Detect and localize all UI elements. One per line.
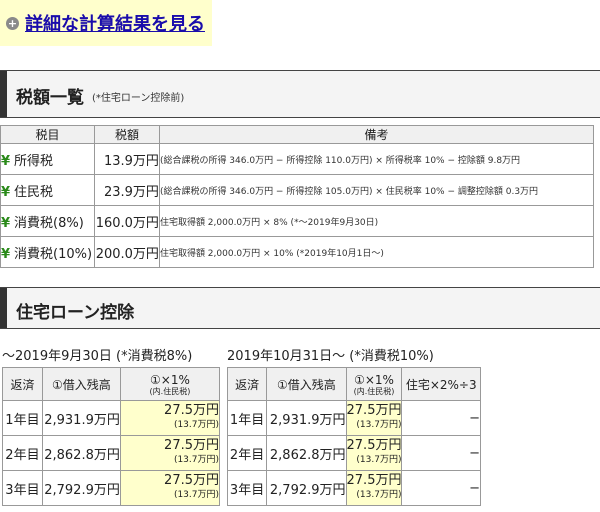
tax-amount: 200.0万円 bbox=[93, 236, 160, 268]
housing-2pct-cell: − bbox=[401, 470, 481, 506]
tax-name: 所得税 bbox=[14, 153, 54, 169]
deduction-cell: 27.5万円 (13.7万円) bbox=[119, 470, 221, 506]
table-row: ¥ 消費税(10%) 200.0万円 住宅取得額 2,000.0万円 × 10% … bbox=[0, 236, 595, 268]
tax-amount: 13.9万円 bbox=[93, 143, 160, 175]
deduction-cell: 27.5万円 (13.7万円) bbox=[345, 435, 403, 471]
table-row: ¥ 所得税 13.9万円 (総合課税の所得 346.0万円 − 所得控除 110.… bbox=[0, 143, 595, 175]
tax-name-cell: ¥ 所得税 bbox=[0, 143, 95, 175]
column-header-year: 返済 bbox=[2, 367, 43, 401]
balance-cell: 2,792.9万円 bbox=[41, 470, 121, 506]
period-label: 2019年10月31日〜 (*消費税10%) bbox=[227, 349, 434, 364]
column-header-balance: ①借入残高 bbox=[41, 367, 121, 401]
tax-table: 税目 税額 備考 ¥ 所得税 13.9万円 (総合課税の所得 346.0万円 − … bbox=[0, 125, 595, 268]
deduction-cell: 27.5万円 (13.7万円) bbox=[345, 470, 403, 506]
year-cell: 1年目 bbox=[226, 400, 268, 436]
table-row: 2年目 2,862.8万円 27.5万円 (13.7万円) − bbox=[226, 435, 481, 471]
housing-2pct-cell: − bbox=[401, 400, 481, 436]
column-header-balance: ①借入残高 bbox=[266, 367, 347, 401]
yen-icon: ¥ bbox=[1, 184, 11, 200]
table-row: 3年目 2,792.9万円 27.5万円 (13.7万円) − bbox=[226, 470, 481, 506]
loan-table-header-row: 返済 ①借入残高 ①×1% (内.住民税) bbox=[2, 367, 221, 401]
balance-cell: 2,862.8万円 bbox=[266, 435, 347, 471]
tax-amount: 23.9万円 bbox=[93, 174, 160, 206]
section-title: 税額一覧 bbox=[16, 88, 84, 108]
year-cell: 3年目 bbox=[226, 470, 268, 506]
tax-amount: 160.0万円 bbox=[93, 205, 160, 237]
loan-table-10pct: 返済 ①借入残高 ①×1% (内.住民税) 住宅×2%÷3 1年目 2,931.… bbox=[226, 367, 481, 506]
year-cell: 3年目 bbox=[2, 470, 43, 506]
yen-icon: ¥ bbox=[1, 153, 11, 169]
year-cell: 2年目 bbox=[2, 435, 43, 471]
section-title: 住宅ローン控除 bbox=[16, 303, 135, 323]
column-header-deduction: ①×1% (内.住民税) bbox=[119, 367, 221, 401]
housing-2pct-cell: − bbox=[401, 435, 481, 471]
column-header-year: 返済 bbox=[226, 367, 268, 401]
deduction-cell: 27.5万円 (13.7万円) bbox=[345, 400, 403, 436]
column-header-remarks: 備考 bbox=[158, 125, 595, 144]
detail-link-box: + 詳細な計算結果を見る bbox=[0, 0, 212, 46]
column-header-tax-amount: 税額 bbox=[93, 125, 160, 144]
tax-remark: 住宅取得額 2,000.0万円 × 10% (*2019年10月1日〜) bbox=[158, 236, 595, 268]
section-note: (*住宅ローン控除前) bbox=[92, 93, 185, 104]
tax-remark: (総合課税の所得 346.0万円 − 所得控除 110.0万円) × 所得税率 … bbox=[158, 143, 595, 175]
table-row: 1年目 2,931.9万円 27.5万円 (13.7万円) bbox=[2, 400, 221, 436]
tax-name-cell: ¥ 消費税(10%) bbox=[0, 236, 95, 268]
yen-icon: ¥ bbox=[1, 246, 11, 262]
balance-cell: 2,931.9万円 bbox=[41, 400, 121, 436]
period-label: 〜2019年9月30日 (*消費税8%) bbox=[2, 349, 193, 364]
tax-name-cell: ¥ 住民税 bbox=[0, 174, 95, 206]
tax-remark: 住宅取得額 2,000.0万円 × 8% (*〜2019年9月30日) bbox=[158, 205, 595, 237]
balance-cell: 2,792.9万円 bbox=[266, 470, 347, 506]
table-row: ¥ 消費税(8%) 160.0万円 住宅取得額 2,000.0万円 × 8% (*… bbox=[0, 205, 595, 237]
deduction-cell: 27.5万円 (13.7万円) bbox=[119, 435, 221, 471]
loan-section-header: 住宅ローン控除 bbox=[0, 287, 600, 329]
tax-name: 住民税 bbox=[14, 184, 54, 200]
tax-name: 消費税(10%) bbox=[14, 246, 93, 262]
balance-cell: 2,931.9万円 bbox=[266, 400, 347, 436]
plus-circle-icon: + bbox=[6, 16, 19, 30]
yen-icon: ¥ bbox=[1, 215, 11, 231]
table-row: ¥ 住民税 23.9万円 (総合課税の所得 346.0万円 − 所得控除 105.… bbox=[0, 174, 595, 206]
column-header-tax-type: 税目 bbox=[0, 125, 95, 144]
detail-results-link[interactable]: + 詳細な計算結果を見る bbox=[6, 10, 205, 36]
tax-name: 消費税(8%) bbox=[14, 215, 84, 231]
loan-table-8pct: 返済 ①借入残高 ①×1% (内.住民税) 1年目 2,931.9万円 27.5… bbox=[2, 367, 221, 506]
year-cell: 2年目 bbox=[226, 435, 268, 471]
tax-table-header-row: 税目 税額 備考 bbox=[0, 125, 595, 144]
tax-name-cell: ¥ 消費税(8%) bbox=[0, 205, 95, 237]
loan-table-header-row: 返済 ①借入残高 ①×1% (内.住民税) 住宅×2%÷3 bbox=[226, 367, 481, 401]
detail-results-link-label[interactable]: 詳細な計算結果を見る bbox=[25, 10, 205, 36]
column-header-deduction: ①×1% (内.住民税) bbox=[345, 367, 403, 401]
table-row: 1年目 2,931.9万円 27.5万円 (13.7万円) − bbox=[226, 400, 481, 436]
table-row: 3年目 2,792.9万円 27.5万円 (13.7万円) bbox=[2, 470, 221, 506]
tax-remark: (総合課税の所得 346.0万円 − 所得控除 105.0万円) × 住民税率 … bbox=[158, 174, 595, 206]
tax-section-header: 税額一覧 (*住宅ローン控除前) bbox=[0, 70, 600, 118]
table-row: 2年目 2,862.8万円 27.5万円 (13.7万円) bbox=[2, 435, 221, 471]
year-cell: 1年目 bbox=[2, 400, 43, 436]
column-header-housing-2pct: 住宅×2%÷3 bbox=[401, 367, 481, 401]
balance-cell: 2,862.8万円 bbox=[41, 435, 121, 471]
deduction-cell: 27.5万円 (13.7万円) bbox=[119, 400, 221, 436]
